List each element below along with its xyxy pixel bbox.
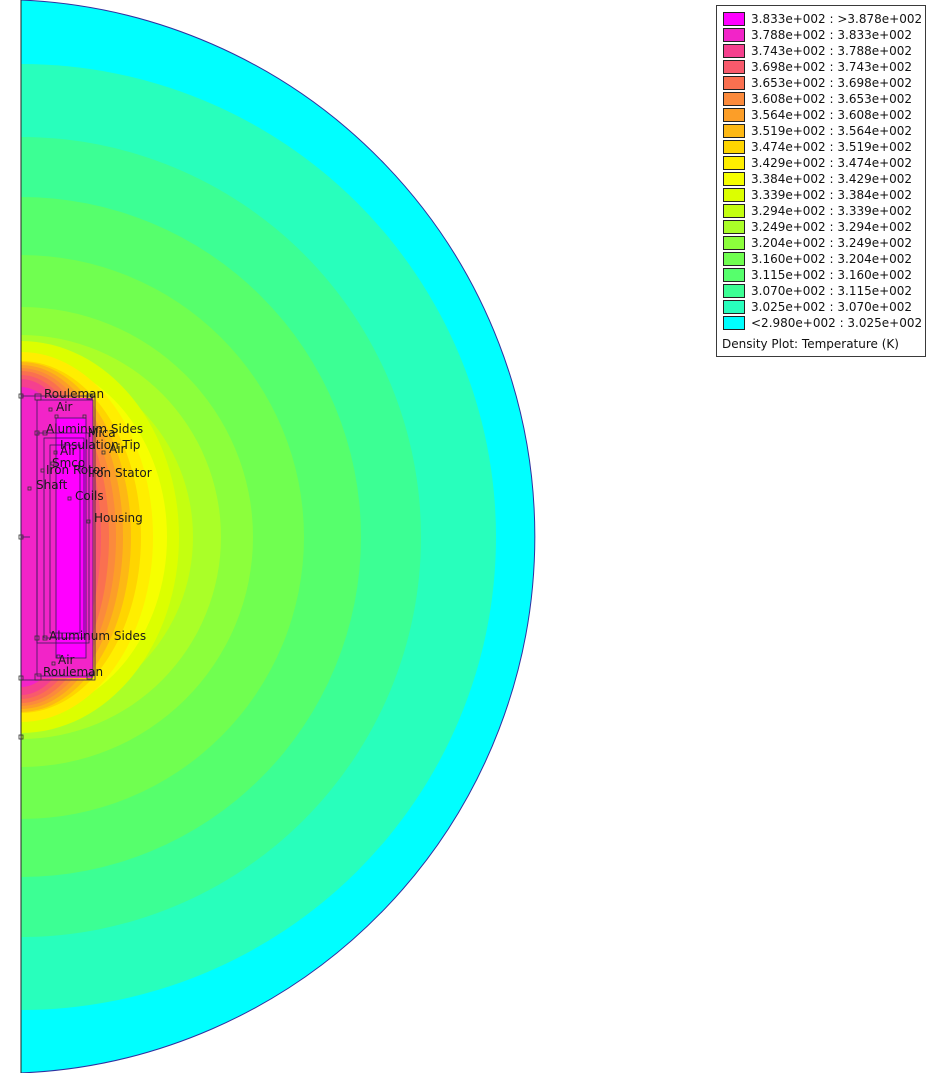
legend-swatch: [723, 300, 745, 314]
legend-swatch: [723, 156, 745, 170]
legend-entry: 3.519e+002 : 3.564e+002: [723, 123, 923, 139]
legend-swatch: [723, 188, 745, 202]
legend-swatch: [723, 124, 745, 138]
temperature-legend: 3.833e+002 : >3.878e+002 3.788e+002 : 3.8…: [716, 5, 926, 357]
legend-range-text: 3.070e+002 : 3.115e+002: [751, 284, 913, 298]
label-aluminum-sides-bottom: Aluminum Sides: [49, 629, 146, 643]
legend-entry: 3.564e+002 : 3.608e+002: [723, 107, 923, 123]
legend-range-text: 3.339e+002 : 3.384e+002: [751, 188, 913, 202]
legend-swatch: [723, 108, 745, 122]
legend-entry: 3.698e+002 : 3.743e+002: [723, 59, 923, 75]
legend-range-text: 3.788e+002 : 3.833e+002: [751, 28, 913, 42]
label-housing: Housing: [94, 511, 143, 525]
legend-swatch: [723, 268, 745, 282]
legend-range-text: 3.608e+002 : 3.653e+002: [751, 92, 913, 106]
legend-range-text: 3.653e+002 : 3.698e+002: [751, 76, 913, 90]
legend-swatch: [723, 284, 745, 298]
legend-range-text: 3.025e+002 : 3.070e+002: [751, 300, 913, 314]
label-rouleman-bottom: Rouleman: [43, 665, 103, 679]
legend-swatch: [723, 316, 745, 330]
legend-swatch: [723, 204, 745, 218]
legend-range-text: 3.698e+002 : 3.743e+002: [751, 60, 913, 74]
legend-entry: 3.833e+002 : >3.878e+002: [723, 11, 923, 27]
legend-caption: Density Plot: Temperature (K): [722, 337, 899, 351]
legend-entry: 3.204e+002 : 3.249e+002: [723, 235, 923, 251]
legend-entry: 3.653e+002 : 3.698e+002: [723, 75, 923, 91]
legend-entry: 3.384e+002 : 3.429e+002: [723, 171, 923, 187]
legend-range-text: 3.474e+002 : 3.519e+002: [751, 140, 913, 154]
legend-entry: 3.249e+002 : 3.294e+002: [723, 219, 923, 235]
legend-entry: 3.070e+002 : 3.115e+002: [723, 283, 923, 299]
legend-entry: 3.339e+002 : 3.384e+002: [723, 187, 923, 203]
legend-entry: 3.608e+002 : 3.653e+002: [723, 91, 923, 107]
legend-swatch: [723, 92, 745, 106]
legend-swatch: [723, 44, 745, 58]
legend-swatch: [723, 12, 745, 26]
label-iron-stator: Iron Stator: [88, 466, 152, 480]
legend-swatch: [723, 252, 745, 266]
legend-swatch: [723, 28, 745, 42]
legend-entry: 3.115e+002 : 3.160e+002: [723, 267, 923, 283]
legend-entry: 3.160e+002 : 3.204e+002: [723, 251, 923, 267]
legend-range-text: 3.384e+002 : 3.429e+002: [751, 172, 913, 186]
legend-range-text: 3.564e+002 : 3.608e+002: [751, 108, 913, 122]
legend-range-text: 3.249e+002 : 3.294e+002: [751, 220, 913, 234]
legend-range-text: 3.743e+002 : 3.788e+002: [751, 44, 913, 58]
label-coils: Coils: [75, 489, 104, 503]
legend-range-text: 3.429e+002 : 3.474e+002: [751, 156, 913, 170]
label-shaft: Shaft: [36, 478, 68, 492]
legend-swatch: [723, 172, 745, 186]
legend-range-text: 3.115e+002 : 3.160e+002: [751, 268, 913, 282]
legend-swatch: [723, 76, 745, 90]
legend-range-text: 3.294e+002 : 3.339e+002: [751, 204, 913, 218]
legend-range-text: 3.204e+002 : 3.249e+002: [751, 236, 913, 250]
legend-entry: 3.474e+002 : 3.519e+002: [723, 139, 923, 155]
legend-range-text: <2.980e+002 : 3.025e+002: [751, 316, 923, 330]
legend-entry: 3.025e+002 : 3.070e+002: [723, 299, 923, 315]
label-air-top: Air: [56, 400, 73, 414]
legend-swatch: [723, 60, 745, 74]
label-air-mid-right: Air: [109, 442, 126, 456]
legend-swatch: [723, 140, 745, 154]
label-rouleman-top: Rouleman: [44, 387, 104, 401]
legend-range-text: 3.160e+002 : 3.204e+002: [751, 252, 913, 266]
legend-range-text: 3.519e+002 : 3.564e+002: [751, 124, 913, 138]
legend-entry: 3.429e+002 : 3.474e+002: [723, 155, 923, 171]
legend-range-text: 3.833e+002 : >3.878e+002: [751, 12, 923, 26]
legend-swatch: [723, 220, 745, 234]
legend-entry: 3.788e+002 : 3.833e+002: [723, 27, 923, 43]
legend-entry: 3.294e+002 : 3.339e+002: [723, 203, 923, 219]
legend-swatch: [723, 236, 745, 250]
legend-entry: <2.980e+002 : 3.025e+002: [723, 315, 923, 331]
legend-entry: 3.743e+002 : 3.788e+002: [723, 43, 923, 59]
